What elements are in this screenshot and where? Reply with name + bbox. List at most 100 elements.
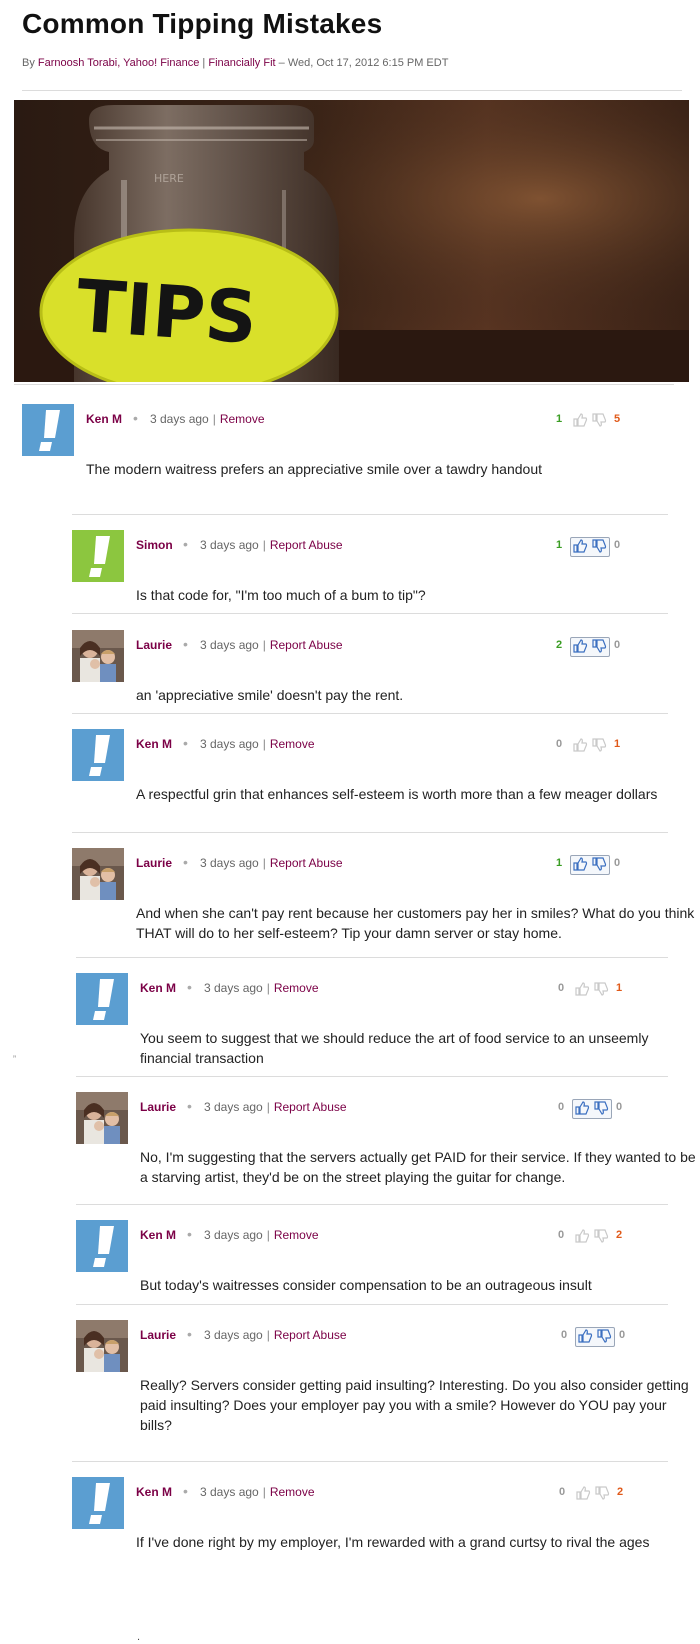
comment-item: Laurie • 3 days ago | Report Abuse 1 0 And when… — [72, 848, 694, 948]
comment-author[interactable]: Laurie — [140, 1328, 176, 1342]
meta-separator: | — [262, 638, 266, 652]
meta-separator: | — [262, 737, 266, 751]
meta-separator: | — [262, 538, 266, 552]
meta-bullet: • — [187, 1098, 192, 1114]
meta-separator: | — [266, 1328, 270, 1342]
meta-bullet: • — [187, 1326, 192, 1342]
thumbs-up-icon[interactable] — [577, 1328, 593, 1344]
thumbs-down-icon[interactable] — [591, 412, 607, 428]
hero-image: HERE TIPS — [14, 100, 689, 382]
thumbs-down-icon[interactable] — [594, 1485, 610, 1501]
comment-author[interactable]: Ken M — [140, 1228, 176, 1242]
user-avatar[interactable] — [72, 530, 124, 582]
thumbs-down-icon[interactable] — [593, 981, 609, 997]
comment-action-link[interactable]: Report Abuse — [270, 538, 343, 552]
thumbs-up-icon[interactable] — [574, 1100, 590, 1116]
thumbs-up-icon[interactable] — [574, 981, 590, 997]
byline-author-link[interactable]: Farnoosh Torabi, Yahoo! Finance — [38, 57, 199, 69]
thumbs-up-icon[interactable] — [572, 538, 588, 554]
comment-author[interactable]: Laurie — [140, 1100, 176, 1114]
comment-divider — [76, 957, 668, 958]
thumbs-up-icon[interactable] — [572, 412, 588, 428]
comment-author[interactable]: Ken M — [86, 412, 122, 426]
downvote-count: 1 — [614, 738, 621, 750]
vote-widget: 10 — [556, 855, 628, 875]
user-avatar[interactable] — [22, 404, 74, 456]
thumbs-down-icon[interactable] — [593, 1100, 609, 1116]
comment-author[interactable]: Simon — [136, 538, 173, 552]
comment-action-link[interactable]: Remove — [274, 981, 319, 995]
user-avatar[interactable] — [72, 1477, 124, 1529]
comment-divider — [72, 832, 668, 833]
comment-action-link[interactable]: Report Abuse — [274, 1100, 347, 1114]
comment-action-link[interactable]: Report Abuse — [270, 856, 343, 870]
comment-item: Laurie • 3 days ago | Report Abuse 2 0 an 'appr… — [72, 630, 668, 730]
comment-action-link[interactable]: Remove — [274, 1228, 319, 1242]
thumbs-down-icon[interactable] — [591, 737, 607, 753]
downvote-count: 0 — [616, 1101, 623, 1113]
comment-author[interactable]: Ken M — [136, 1485, 172, 1499]
comment-author[interactable]: Laurie — [136, 856, 172, 870]
byline-column-link[interactable]: Financially Fit — [208, 57, 275, 69]
upvote-count: 1 — [556, 539, 563, 551]
downvote-count: 5 — [614, 413, 621, 425]
comment-author[interactable]: Ken M — [140, 981, 176, 995]
comment-meta: 3 days ago | Report Abuse — [200, 638, 343, 652]
meta-bullet: • — [187, 979, 192, 995]
jar-embossed-text: HERE — [154, 172, 184, 185]
thumbs-up-icon[interactable] — [575, 1485, 591, 1501]
user-avatar[interactable] — [72, 729, 124, 781]
user-avatar[interactable] — [76, 1092, 128, 1144]
comment-author[interactable]: Ken M — [136, 737, 172, 751]
comment-time: 3 days ago — [150, 412, 209, 426]
comment-author[interactable]: Laurie — [136, 638, 172, 652]
byline-date: – Wed, Oct 17, 2012 6:15 PM EDT — [278, 57, 449, 69]
comment-text: Really? Servers consider getting paid in… — [140, 1377, 689, 1433]
thumbs-up-icon[interactable] — [572, 638, 588, 654]
thumbs-down-icon[interactable] — [591, 638, 607, 654]
thumbs-down-icon[interactable] — [593, 1228, 609, 1244]
user-avatar[interactable] — [76, 973, 128, 1025]
comment-action-link[interactable]: Report Abuse — [274, 1328, 347, 1342]
byline: By Farnoosh Torabi, Yahoo! Finance | Fin… — [22, 57, 448, 69]
comment-time: 3 days ago — [200, 737, 259, 751]
user-avatar[interactable] — [76, 1220, 128, 1272]
thumbs-down-icon[interactable] — [596, 1328, 612, 1344]
comment-meta: 3 days ago | Remove — [150, 412, 265, 426]
meta-bullet: • — [183, 536, 188, 552]
comment-time: 3 days ago — [204, 1100, 263, 1114]
comment-meta: 3 days ago | Remove — [200, 1485, 315, 1499]
comment-action-link[interactable]: Report Abuse — [270, 638, 343, 652]
comment-divider — [72, 713, 668, 714]
comment-action-link[interactable]: Remove — [270, 737, 315, 751]
comment-text: Is that code for, "I'm too much of a bum… — [136, 587, 426, 603]
comment-action-link[interactable]: Remove — [270, 1485, 315, 1499]
comment-time: 3 days ago — [204, 1328, 263, 1342]
comment-text: No, I'm suggesting that the servers actu… — [140, 1149, 696, 1185]
comment-text: an 'appreciative smile' doesn't pay the … — [136, 687, 404, 703]
comment-text: If I've done right by my employer, I'm r… — [136, 1534, 650, 1550]
user-avatar[interactable] — [72, 848, 124, 900]
thumbs-down-icon[interactable] — [591, 856, 607, 872]
user-avatar[interactable] — [76, 1320, 128, 1372]
thumbs-up-icon[interactable] — [574, 1228, 590, 1244]
comment-text: And when she can't pay rent because her … — [136, 905, 695, 941]
comment-action-link[interactable]: Remove — [220, 412, 265, 426]
vote-widget: 02 — [558, 1227, 630, 1245]
user-avatar[interactable] — [72, 630, 124, 682]
thumbs-down-icon[interactable] — [591, 538, 607, 554]
comment-divider — [76, 1304, 668, 1305]
downvote-count: 1 — [616, 982, 623, 994]
downvote-count: 0 — [619, 1329, 626, 1341]
comment-text: But today's waitresses consider compensa… — [140, 1277, 592, 1293]
comment-item: Ken M • 3 days ago | Remove 0 2 If I've done ri… — [72, 1477, 668, 1577]
thumbs-up-icon[interactable] — [572, 737, 588, 753]
comment-meta: 3 days ago | Remove — [200, 737, 315, 751]
comment-meta: 3 days ago | Report Abuse — [200, 538, 343, 552]
upvote-count: 1 — [556, 413, 563, 425]
vote-widget: 01 — [556, 736, 628, 754]
thumbs-up-icon[interactable] — [572, 856, 588, 872]
comment-time: 3 days ago — [200, 856, 259, 870]
comment-item: Ken M • 3 days ago | Remove 0 1 A respectful gr… — [72, 729, 668, 829]
meta-separator: | — [262, 1485, 266, 1499]
